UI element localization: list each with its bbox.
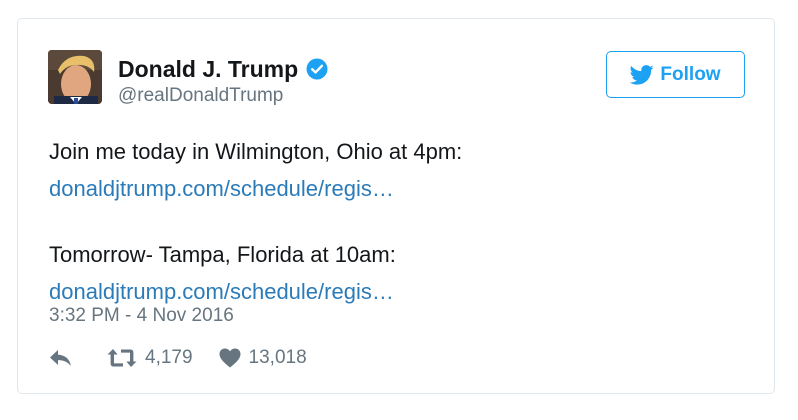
follow-label: Follow: [660, 63, 721, 85]
like-button[interactable]: 13,018: [219, 347, 307, 369]
avatar[interactable]: [48, 50, 102, 104]
tweet-line-2: Tomorrow- Tampa, Florida at 10am:: [49, 242, 396, 267]
paragraph-break: [49, 207, 462, 236]
tweet-actions: 4,179 13,018: [49, 345, 307, 371]
tweet-card: Donald J. Trump @realDonaldTrump Follow …: [17, 18, 775, 394]
tweet-line-1: Join me today in Wilmington, Ohio at 4pm…: [49, 139, 463, 164]
retweet-button[interactable]: 4,179: [107, 347, 193, 369]
follow-button[interactable]: Follow: [606, 51, 745, 98]
retweet-icon: [107, 349, 137, 367]
author-name-row: Donald J. Trump: [118, 56, 328, 82]
twitter-bird-icon: [630, 64, 655, 85]
author-handle[interactable]: @realDonaldTrump: [118, 85, 283, 107]
like-count: 13,018: [248, 347, 307, 368]
author-name[interactable]: Donald J. Trump: [118, 56, 298, 82]
heart-icon: [219, 348, 241, 368]
reply-icon: [50, 350, 71, 366]
reply-button[interactable]: [49, 348, 73, 368]
avatar-image: [48, 50, 102, 104]
tweet-text: Join me today in Wilmington, Ohio at 4pm…: [49, 133, 462, 310]
tweet-link-1[interactable]: donaldjtrump.com/schedule/regis…: [49, 170, 462, 207]
verified-badge-icon: [306, 58, 328, 80]
retweet-count: 4,179: [145, 347, 193, 368]
tweet-timestamp[interactable]: 3:32 PM - 4 Nov 2016: [49, 305, 234, 327]
